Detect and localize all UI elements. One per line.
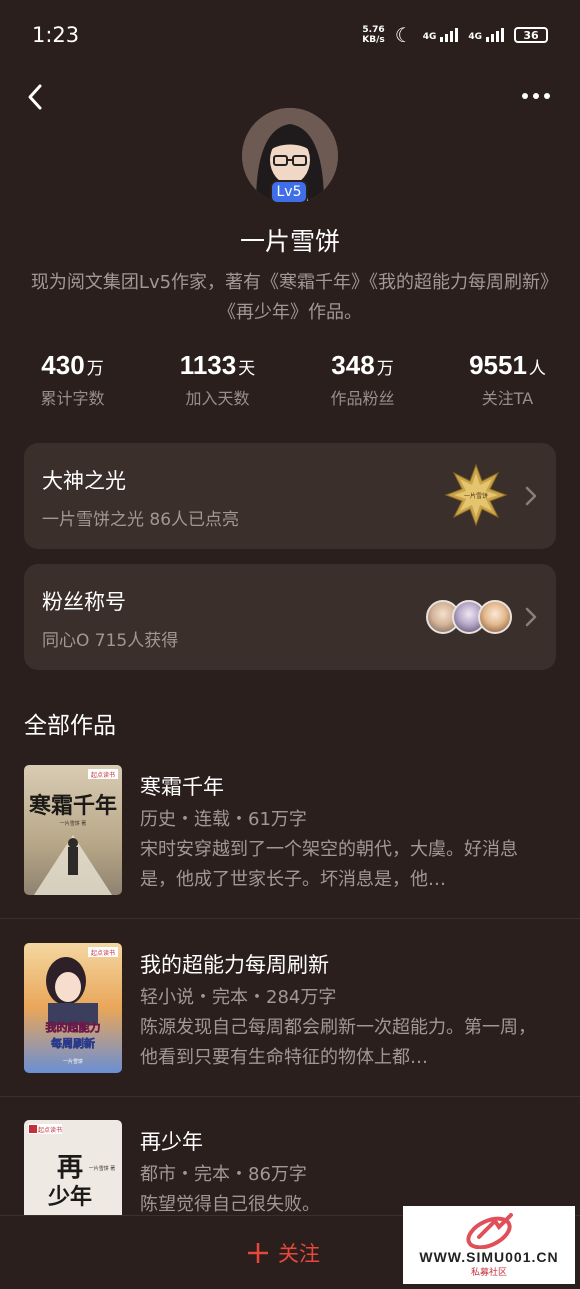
book-cover[interactable]: 起点读书 我的超能力 每周刷新 一片雪饼 <box>24 943 122 1073</box>
stat-total-words: 430 万 累计字数 <box>0 350 145 409</box>
card-title: 粉丝称号 <box>42 590 126 614</box>
cover-author: 一片雪饼 著 <box>60 820 87 827</box>
cover-title: 寒霜千年 <box>29 793 117 819</box>
book-description: 宋时安穿越到了一个架空的朝代，大虞。好消息是，他成了世家长子。坏消息是，他… <box>140 839 518 890</box>
watermark-subtitle: 私募社区 <box>470 1267 507 1278</box>
stat-unit: 万 <box>86 359 104 379</box>
back-button[interactable] <box>22 82 52 112</box>
stat-followers[interactable]: 9551 人 关注TA <box>435 350 580 409</box>
cover-brand: 起点读书 <box>91 949 115 957</box>
stat-label: 加入天数 <box>185 389 250 408</box>
book-meta: 轻小说・完本・284万字 <box>140 987 337 1008</box>
signal-icon: 4G <box>468 28 504 42</box>
stat-value: 430 <box>41 350 85 380</box>
chevron-right-icon <box>525 486 537 506</box>
book-title[interactable]: 寒霜千年 <box>140 771 224 801</box>
signal-label: 4G <box>468 32 482 42</box>
book-title[interactable]: 再少年 <box>140 1126 203 1156</box>
signal-label: 4G <box>422 32 437 42</box>
battery-level: 36 <box>523 28 539 42</box>
chevron-left-icon <box>28 84 42 110</box>
book-item[interactable]: 起点读书 我的超能力 每周刷新 一片雪饼 我的超能力每周刷新 轻小说・完本・28… <box>0 943 580 1121</box>
cover-brand: 起点读书 <box>38 1126 62 1134</box>
network-speed-unit: KB/s <box>362 35 385 45</box>
cover-brand: 起点读书 <box>91 771 115 779</box>
battery-icon: 36 <box>514 27 548 43</box>
stat-unit: 人 <box>528 359 546 379</box>
cover-title-b: 少年 <box>47 1184 92 1210</box>
cover-author: 一片雪饼 <box>63 1058 83 1065</box>
stat-work-fans[interactable]: 348 万 作品粉丝 <box>290 350 435 409</box>
stat-days-joined: 1133 天 加入天数 <box>145 350 290 409</box>
network-speed-value: 5.76 <box>362 25 385 35</box>
divider <box>0 1096 580 1097</box>
status-icons: 5.76 KB/s ☾ 4G 4G 36 <box>362 23 548 47</box>
signal-icon: 4G <box>423 28 459 42</box>
stat-label: 累计字数 <box>40 389 105 408</box>
stat-unit: 天 <box>238 359 256 379</box>
card-subtitle: 同心O 715人获得 <box>42 631 179 651</box>
divider <box>0 918 580 919</box>
author-bio: 现为阅文集团Lv5作家，著有《寒霜千年》《我的超能力每周刷新》《再少年》作品。 <box>30 272 550 323</box>
stat-value: 348 <box>331 350 375 380</box>
stat-unit: 万 <box>376 359 394 379</box>
status-bar: 1:23 5.76 KB/s ☾ 4G 4G 36 <box>0 0 580 70</box>
plus-icon <box>248 1243 268 1263</box>
follow-label: 关注 <box>278 1242 320 1266</box>
author-name: 一片雪饼 <box>239 227 340 256</box>
stat-value: 9551 <box>469 350 527 380</box>
author-avatar-container[interactable]: Lv5 <box>242 108 338 204</box>
stats-row: 430 万 累计字数 1133 天 加入天数 348 万 作品粉丝 9551 人 关注T… <box>0 350 580 409</box>
stat-label: 作品粉丝 <box>330 389 395 408</box>
watermark: WWW.SIMU001.CN 私募社区 <box>403 1206 575 1284</box>
book-meta: 都市・完本・86万字 <box>140 1164 307 1185</box>
dot-icon <box>522 93 528 99</box>
watermark-url: WWW.SIMU001.CN <box>419 1248 559 1265</box>
cover-title-a: 再 <box>57 1153 83 1183</box>
level-badge: Lv5 <box>270 180 308 204</box>
book-item[interactable]: 起点读书 寒霜千年 一片雪饼 著 寒霜千年 历史・连载・61万字 宋时安穿越到了… <box>0 765 580 943</box>
book-title[interactable]: 我的超能力每周刷新 <box>140 949 329 979</box>
book-cover[interactable]: 起点读书 寒霜千年 一片雪饼 著 <box>24 765 122 895</box>
chevron-right-icon <box>525 607 537 627</box>
watermark-logo-icon <box>466 1212 513 1249</box>
cover-author: 一片雪饼 著 <box>89 1165 116 1172</box>
master-light-card[interactable]: 大神之光 一片雪饼之光 86人已点亮 一片雪饼 <box>24 443 556 549</box>
book-meta: 历史・连载・61万字 <box>140 809 307 830</box>
fan-avatars <box>426 600 512 634</box>
do-not-disturb-icon: ☾ <box>394 23 413 47</box>
dot-icon <box>533 93 539 99</box>
network-speed: 5.76 KB/s <box>362 25 384 45</box>
status-time: 1:23 <box>32 23 80 47</box>
dot-icon <box>544 93 550 99</box>
follow-button[interactable]: 关注 <box>246 1236 320 1270</box>
stat-value: 1133 <box>179 350 237 380</box>
book-description: 陈源发现自己每周都会刷新一次超能力。第一周，他看到只要有生命特征的物体上都… <box>140 1017 536 1068</box>
more-options-button[interactable] <box>522 84 554 108</box>
fan-title-card[interactable]: 粉丝称号 同心O 715人获得 <box>24 564 556 670</box>
section-title-all-works: 全部作品 <box>24 713 116 739</box>
card-subtitle: 一片雪饼之光 86人已点亮 <box>42 510 240 530</box>
cover-title-2: 每周刷新 <box>51 1036 95 1050</box>
card-title: 大神之光 <box>42 469 126 493</box>
medal-text: 一片雪饼 <box>464 492 488 500</box>
cover-title: 我的超能力 <box>46 1020 101 1034</box>
stat-label: 关注TA <box>481 389 534 408</box>
medal-icon: 一片雪饼 <box>444 463 508 527</box>
avatar <box>478 600 512 634</box>
